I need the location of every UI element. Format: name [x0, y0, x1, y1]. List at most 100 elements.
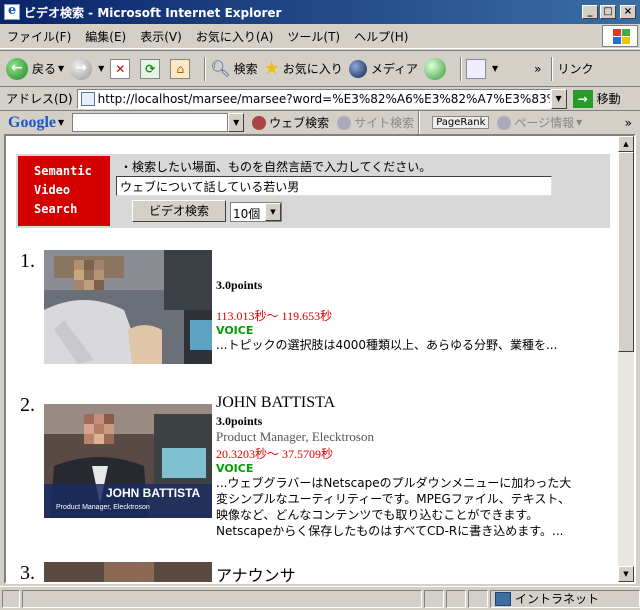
page-icon — [80, 91, 95, 106]
address-dropdown-button[interactable]: ▼ — [550, 88, 567, 109]
scroll-up-button[interactable]: ▲ — [618, 136, 634, 152]
result-text: アナウンサ — [216, 562, 296, 582]
forward-arrow-icon: → — [70, 57, 93, 80]
result-number: 1. — [20, 250, 35, 272]
back-arrow-icon: ← — [6, 57, 28, 80]
result-title[interactable]: JOHN BATTISTA — [216, 394, 572, 414]
search-instruction: ・検索したい場面、ものを自然言語で入力してください。 — [120, 160, 432, 174]
chevron-down-icon: ▼ — [265, 203, 281, 221]
google-more-button[interactable]: » — [625, 116, 632, 130]
refresh-button[interactable]: ⟳ — [140, 58, 164, 79]
home-button[interactable]: ⌂ — [170, 58, 194, 79]
result-time-range[interactable]: 20.3203秒〜 37.5709秒 — [216, 445, 572, 462]
toolbar-separator — [204, 56, 207, 81]
search-icon: 🔍︎ — [210, 59, 231, 78]
pagerank-indicator: PageRank — [432, 116, 490, 129]
refresh-icon: ⟳ — [140, 58, 161, 79]
google-logo[interactable]: Google — [8, 114, 56, 132]
links-button[interactable]: リンク — [557, 60, 593, 77]
toolbar: ← 戻る ▼ → ▼ ✕ ⟳ ⌂ 🔍︎ 検索 ★ お気に入り メディア ▼ » … — [0, 50, 640, 86]
caption-name: JOHN BATTISTA — [106, 486, 201, 500]
result-title[interactable]: アナウンサ — [216, 562, 296, 582]
logo-line: Search — [34, 202, 78, 216]
chevron-down-icon: ▼ — [576, 118, 583, 127]
window-title: ビデオ検索 - Microsoft Internet Explorer — [24, 5, 282, 20]
address-url: http://localhost/marsee/marsee?word=%E3%… — [97, 91, 550, 106]
chevron-down-icon: ▼ — [98, 64, 105, 73]
address-bar: アドレス(D) http://localhost/marsee/marsee?w… — [0, 86, 640, 110]
search-button[interactable]: 🔍︎ 検索 — [210, 59, 257, 78]
result-points: 3.0points — [216, 414, 263, 428]
toolbar-more-button[interactable]: » — [534, 62, 541, 76]
stop-icon: ✕ — [110, 58, 131, 79]
menu-file[interactable]: ファイル(F) — [0, 28, 78, 45]
minimize-button[interactable]: _ — [582, 5, 598, 19]
menu-favorites[interactable]: お気に入り(A) — [189, 28, 281, 45]
result-number: 3. — [20, 562, 35, 584]
address-input[interactable]: http://localhost/marsee/marsee?word=%E3%… — [76, 88, 551, 109]
page-content: Semantic Video Search ・検索したい場面、ものを自然言語で入… — [4, 134, 636, 584]
page-status-icon — [2, 589, 20, 608]
menu-bar: ファイル(F) 編集(E) 表示(V) お気に入り(A) ツール(T) ヘルプ(… — [0, 24, 640, 49]
mail-button[interactable]: ▼ — [465, 58, 498, 79]
favorites-button[interactable]: ★ お気に入り — [264, 58, 343, 79]
result-time-range[interactable]: 113.013秒〜 119.653秒 — [216, 307, 572, 324]
chevron-down-icon: ▼ — [58, 118, 65, 127]
result-count-value: 10個 — [233, 207, 261, 221]
status-bar: イントラネット — [0, 586, 640, 610]
menu-help[interactable]: ヘルプ(H) — [347, 28, 415, 45]
home-icon: ⌂ — [170, 58, 191, 79]
menu-edit[interactable]: 編集(E) — [78, 28, 133, 45]
page-info-button[interactable]: ページ情報 ▼ — [497, 114, 582, 131]
result-snippet: ...トピックの選択肢は4000種類以上、あらゆる分野、業種を... — [216, 338, 558, 352]
result-title[interactable] — [216, 250, 572, 270]
menu-tools[interactable]: ツール(T) — [280, 28, 347, 45]
result-points: 3.0points — [216, 278, 263, 292]
back-label: 戻る — [32, 62, 57, 76]
video-search-button[interactable]: ビデオ検索 — [132, 200, 226, 222]
go-label: 移動 — [596, 92, 621, 106]
web-search-button[interactable]: ウェブ検索 — [252, 114, 329, 131]
result-thumbnail[interactable] — [44, 250, 212, 364]
zone-label: イントラネット — [515, 592, 600, 606]
close-button[interactable]: × — [620, 5, 636, 19]
google-search-input[interactable] — [72, 113, 229, 132]
chevron-down-icon: ▼ — [58, 64, 65, 73]
site-search-icon — [337, 115, 352, 130]
site-search-button[interactable]: サイト検索 — [337, 114, 414, 131]
go-button[interactable]: → 移動 — [572, 89, 621, 108]
history-icon — [423, 57, 446, 80]
vertical-scrollbar[interactable]: ▲ ▼ — [618, 136, 634, 582]
address-label: アドレス(D) — [6, 92, 73, 106]
google-logo-text: Google — [8, 113, 56, 131]
google-dropdown-button[interactable]: ▼ — [228, 113, 245, 132]
caption-role: Product Manager, Elecktroson — [56, 504, 150, 511]
forward-button[interactable]: → ▼ — [70, 57, 105, 80]
status-text-pane — [22, 589, 422, 608]
media-icon — [348, 59, 367, 78]
toolbar-separator — [551, 56, 554, 81]
result-count-select[interactable]: 10個 ▼ — [230, 202, 282, 222]
google-toolbar: Google ▼ ▼ ウェブ検索 サイト検索 PageRank ページ情報 ▼ … — [0, 110, 640, 135]
result-text: 3.0points 113.013秒〜 119.653秒 VOICE ...トピ… — [216, 250, 572, 353]
result-thumbnail[interactable]: JOHN BATTISTA Product Manager, Elecktros… — [44, 404, 212, 518]
query-input[interactable]: ウェブについて話している若い男 — [116, 176, 552, 196]
status-pane — [424, 589, 444, 608]
scroll-down-button[interactable]: ▼ — [618, 566, 634, 582]
scroll-thumb[interactable] — [618, 152, 634, 352]
maximize-button[interactable]: □ — [600, 5, 616, 19]
result-thumbnail[interactable] — [44, 562, 212, 582]
stop-button[interactable]: ✕ — [110, 58, 134, 79]
history-button[interactable] — [423, 57, 450, 80]
result-type-badge: VOICE — [216, 324, 254, 337]
result-number: 2. — [20, 394, 35, 416]
menu-view[interactable]: 表示(V) — [133, 28, 189, 45]
search-panel: Semantic Video Search ・検索したい場面、ものを自然言語で入… — [16, 154, 610, 228]
back-button[interactable]: ← 戻る ▼ — [6, 57, 65, 80]
result-snippet: ...ウェブグラバーはNetscapeのプルダウンメニューに加わった大変シンプル… — [216, 476, 572, 538]
search-label: 検索 — [233, 62, 258, 76]
google-search-icon — [252, 115, 267, 130]
logo-line: Video — [34, 183, 71, 197]
media-button[interactable]: メディア — [348, 59, 418, 78]
favorites-label: お気に入り — [282, 62, 343, 76]
